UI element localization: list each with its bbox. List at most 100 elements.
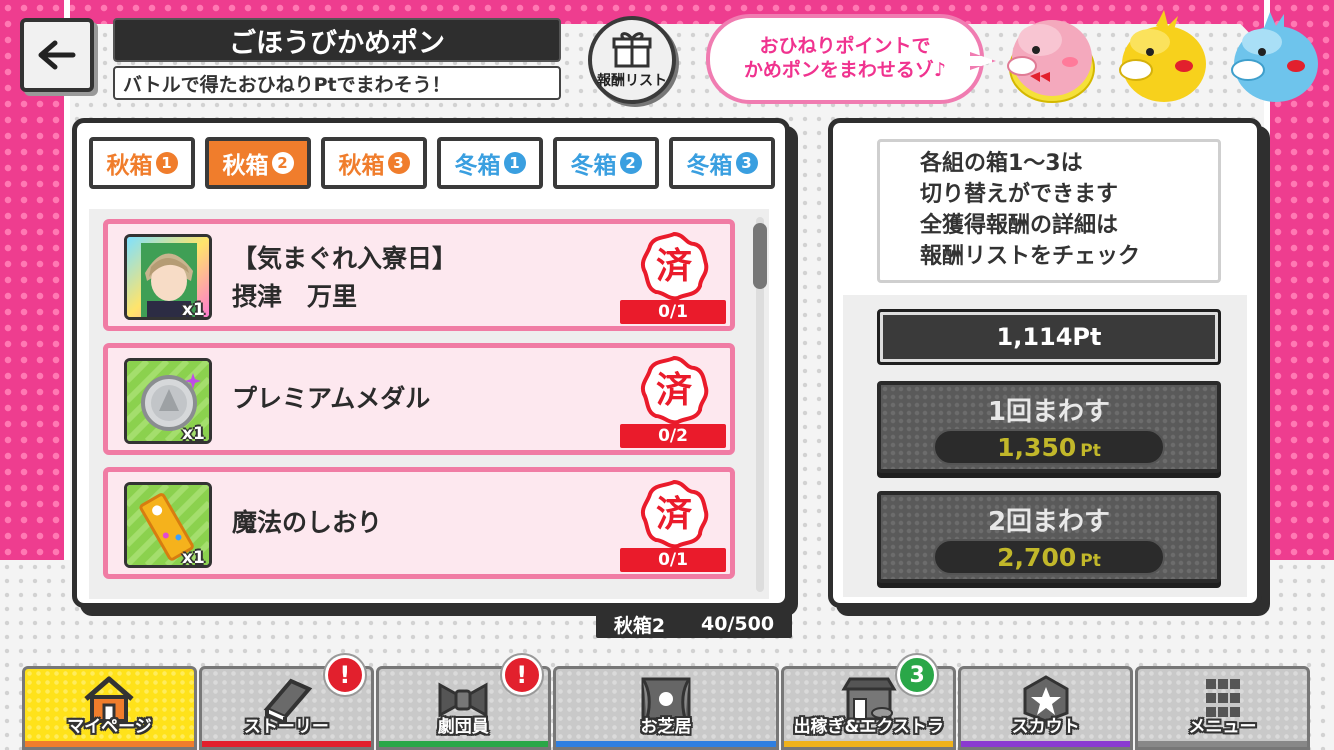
reward-name-line-2: 摂津 万里 [232, 281, 358, 311]
nav-label: メニュー [1188, 717, 1257, 737]
nav-underline [25, 741, 194, 747]
nav-label: お芝居 [640, 717, 692, 737]
spin-once-label: 1回まわす [987, 397, 1111, 427]
nav-underline [555, 741, 777, 747]
tab-number: 2 [271, 152, 294, 174]
reward-row[interactable]: x1 プレミアムメダル 済 0/2 [103, 343, 735, 455]
info-line-2: 切り替えができます [920, 182, 1119, 208]
reward-row[interactable]: x1 【気まぐれ入寮日】 摂津 万里 済 0/1 [103, 219, 735, 331]
tab-winter-2[interactable]: 冬箱 2 [553, 137, 659, 189]
spin-twice-cost: 2,700 Pt [933, 539, 1165, 575]
tab-label: 冬箱 [686, 153, 733, 179]
reward-count: 0/2 [620, 424, 726, 448]
nav-mypage[interactable]: マイページ [22, 666, 197, 750]
reward-name: プレミアムメダル [232, 380, 430, 418]
page-subtitle: バトルで得たおひねりPtでまわそう！ [113, 66, 561, 100]
spin-once-button[interactable]: 1回まわす 1,350 Pt [877, 381, 1221, 473]
tab-label: 秋箱 [106, 153, 153, 179]
box-progress: 秋箱2 40/500 [596, 610, 792, 638]
nav-underline [784, 741, 954, 747]
stamp-text: 済 [656, 494, 692, 535]
reward-name: 魔法のしおり [232, 504, 382, 542]
box-progress-count: 40/500 [701, 613, 775, 635]
hint-bubble: おひねりポイントで かめポンをまわせるゾ♪ [706, 14, 984, 104]
info-box: 各組の箱1～3は 切り替えができます 全獲得報酬の詳細は 報酬リストをチェック [877, 139, 1221, 283]
reward-list-label: 報酬リスト [597, 73, 667, 89]
nav-label: 出稼ぎ&エクストラ [793, 717, 944, 737]
arrow-left-icon [38, 40, 76, 70]
reward-list[interactable]: x1 【気まぐれ入寮日】 摂津 万里 済 0/1 x1 プレミアムメダル 済 0… [89, 209, 769, 599]
tab-number: 2 [619, 152, 642, 174]
stamp-text: 済 [656, 370, 692, 411]
reward-name-line-1: 魔法のしおり [232, 508, 383, 537]
tab-number: 3 [735, 152, 758, 174]
hint-line-2: かめポンをまわせるゾ♪ [743, 59, 947, 81]
tab-number: 1 [155, 152, 178, 174]
tab-winter-1[interactable]: 冬箱 1 [437, 137, 543, 189]
box-tabs: 秋箱 1 秋箱 2 秋箱 3 冬箱 1 冬箱 2 冬箱 3 [89, 137, 775, 189]
spin-twice-cost-value: 2,700 [997, 543, 1077, 572]
count-badge: 3 [897, 655, 938, 695]
blue-mascot-icon [1231, 12, 1318, 102]
tab-autumn-2[interactable]: 秋箱 2 [205, 137, 311, 189]
scrollbar-thumb[interactable] [753, 223, 767, 289]
spin-once-cost-value: 1,350 [997, 433, 1077, 462]
nav-underline [201, 741, 371, 747]
nav-story[interactable]: ストーリー ! [198, 655, 374, 750]
stamp-text: 済 [656, 246, 692, 287]
box-progress-name: 秋箱2 [613, 614, 666, 637]
reward-count: 0/1 [620, 300, 726, 324]
tab-number: 3 [387, 152, 410, 174]
gift-icon [612, 32, 652, 68]
nav-label: マイページ [67, 717, 152, 737]
nav-underline [378, 741, 548, 747]
nav-scout[interactable]: スカウト [958, 666, 1134, 750]
claimed-stamp-icon: 済 [640, 479, 709, 549]
reward-list-button[interactable]: 報酬リスト [588, 16, 676, 104]
tab-autumn-1[interactable]: 秋箱 1 [89, 137, 195, 189]
nav-play[interactable]: お芝居 [552, 666, 780, 750]
yellow-mascot-icon [1119, 10, 1206, 102]
spin-once-cost: 1,350 Pt [933, 429, 1165, 465]
tab-label: 秋箱 [338, 153, 385, 179]
nav-underline [961, 741, 1131, 747]
pink-mascot-icon [1007, 20, 1095, 103]
nav-troupe[interactable]: 劇団員 ! [375, 655, 551, 750]
spin-twice-label: 2回まわす [987, 507, 1111, 537]
reward-quantity: x1 [182, 300, 205, 320]
nav-underline [1138, 741, 1307, 747]
points-display: 1,114Pt [877, 309, 1221, 365]
reward-row[interactable]: x1 魔法のしおり 済 0/1 [103, 467, 735, 579]
spin-twice-button[interactable]: 2回まわす 2,700 Pt [877, 491, 1221, 583]
nav-work-extra[interactable]: 出稼ぎ&エクストラ 3 [781, 655, 957, 750]
spin-twice-cost-unit: Pt [1080, 551, 1101, 571]
spin-once-cost-unit: Pt [1080, 441, 1101, 461]
claimed-stamp-icon: 済 [640, 355, 709, 425]
reward-box-panel: 秋箱 1 秋箱 2 秋箱 3 冬箱 1 冬箱 2 冬箱 3 x1 【気まぐれ入寮… [72, 118, 790, 608]
back-button[interactable] [20, 18, 94, 92]
reward-name-line-1: 【気まぐれ入寮日】 [232, 244, 458, 273]
nav-label: ストーリー [243, 717, 329, 737]
hint-line-1: おひねりポイントで [759, 35, 931, 58]
nav-label: 劇団員 [437, 717, 489, 737]
info-line-4: 報酬リストをチェック [920, 243, 1141, 269]
reward-name-line-1: プレミアムメダル [232, 384, 431, 413]
nav-menu[interactable]: メニュー [1135, 666, 1310, 750]
alert-badge: ! [501, 655, 542, 695]
reward-quantity: x1 [182, 424, 205, 444]
tab-label: 秋箱 [222, 153, 269, 179]
info-line-3: 全獲得報酬の詳細は [920, 213, 1119, 238]
reward-quantity: x1 [182, 548, 205, 568]
tab-label: 冬箱 [570, 153, 617, 179]
tab-label: 冬箱 [454, 153, 501, 179]
bottom-nav: マイページ ストーリー ! 劇団員 ! お芝居 出稼ぎ&エクストラ 3 スカウト… [22, 655, 1312, 750]
nav-label: スカウト [1011, 717, 1080, 737]
tab-winter-3[interactable]: 冬箱 3 [669, 137, 775, 189]
claimed-stamp-icon: 済 [640, 231, 709, 301]
reward-count: 0/1 [620, 548, 726, 572]
tab-autumn-3[interactable]: 秋箱 3 [321, 137, 427, 189]
reward-name: 【気まぐれ入寮日】 摂津 万里 [232, 240, 457, 315]
alert-badge: ! [324, 655, 365, 695]
tab-number: 1 [503, 152, 526, 174]
spin-panel: 各組の箱1～3は 切り替えができます 全獲得報酬の詳細は 報酬リストをチェック … [828, 118, 1262, 608]
